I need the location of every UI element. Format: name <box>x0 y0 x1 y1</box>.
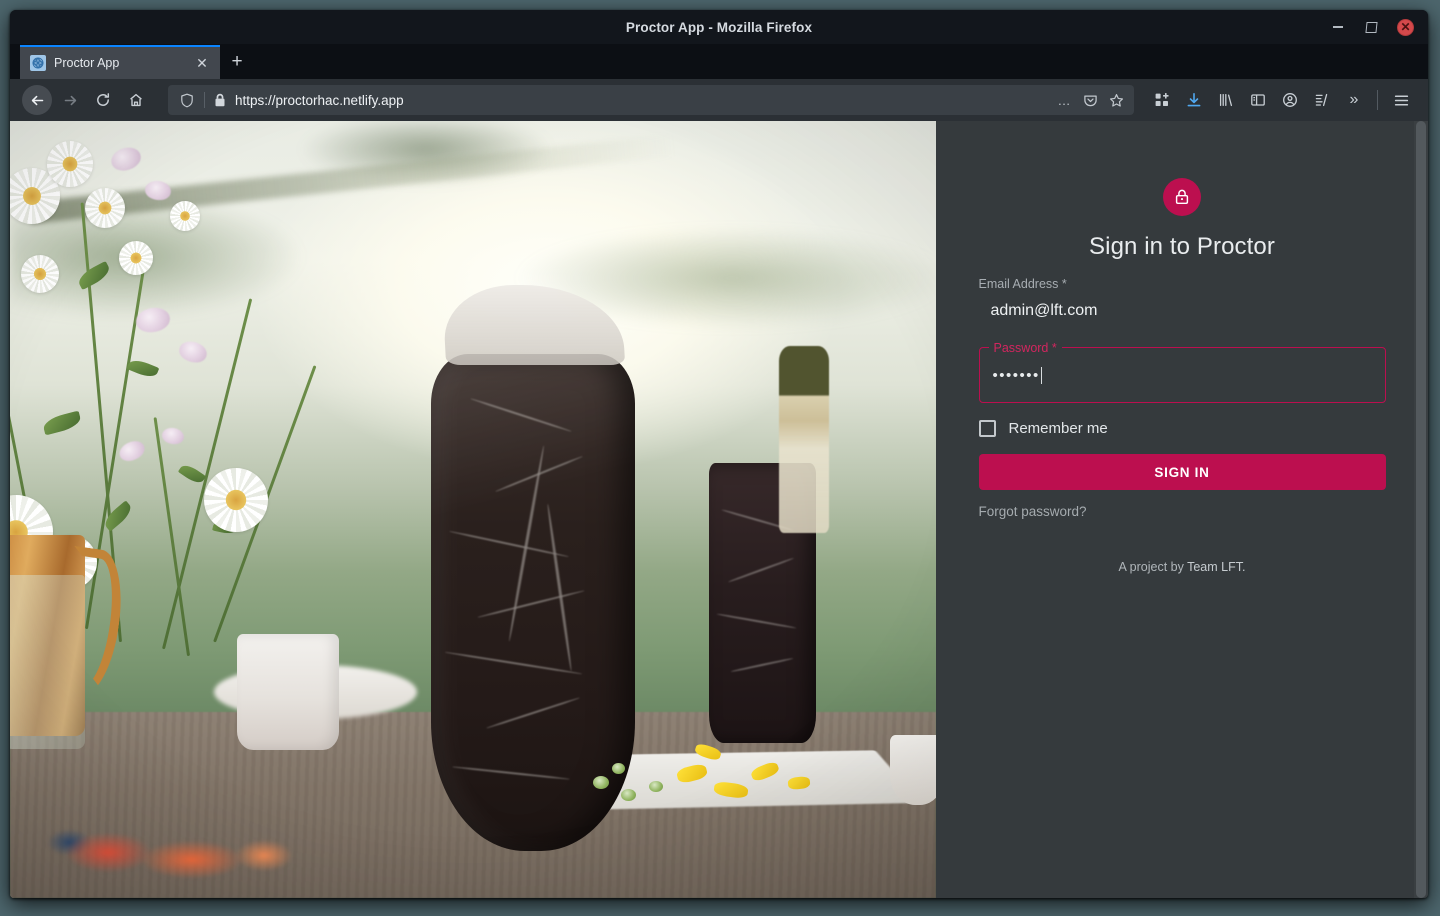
password-required-marker: * <box>1051 341 1057 355</box>
tab-proctor-app[interactable]: Proctor App ✕ <box>20 45 220 79</box>
pocket-icon[interactable] <box>1078 88 1102 112</box>
email-required-marker: * <box>1061 277 1067 291</box>
email-field[interactable]: Email Address * admin@lft.com <box>979 277 1386 324</box>
minimize-button[interactable] <box>1329 19 1346 36</box>
page-actions-ellipsis-icon[interactable]: … <box>1052 88 1076 112</box>
url-bar[interactable]: https://proctorhac.netlify.app … <box>168 85 1134 115</box>
proctor-favicon-icon <box>30 55 46 71</box>
maximize-button[interactable] <box>1363 19 1380 36</box>
page-content: Sign in to Proctor Email Address * admin… <box>10 121 1428 898</box>
sign-in-button[interactable]: SIGN IN <box>978 454 1386 490</box>
download-arrow-icon[interactable] <box>1179 85 1209 115</box>
email-label-text: Email Address <box>978 277 1059 291</box>
sidebar-panel-icon[interactable] <box>1243 85 1273 115</box>
toolbar-right-icons: » <box>1147 85 1416 115</box>
credit-prefix: A project by <box>1118 560 1188 574</box>
window-controls: ✕ <box>1329 10 1414 44</box>
remember-me-checkbox[interactable] <box>978 420 996 437</box>
password-masked-text: ••••••• <box>992 366 1040 384</box>
title-bar: Proctor App - Mozilla Firefox ✕ <box>10 10 1428 44</box>
close-tab-icon[interactable]: ✕ <box>192 53 212 73</box>
login-panel: Sign in to Proctor Email Address * admin… <box>936 121 1428 898</box>
remember-me-row[interactable]: Remember me <box>978 420 1386 437</box>
password-input-value[interactable]: ••••••• <box>992 366 1043 384</box>
hero-food-foreground <box>47 797 325 898</box>
library-books-icon[interactable] <box>1211 85 1241 115</box>
tab-strip: Proctor App ✕ + <box>10 44 1428 79</box>
hero-small-bowl <box>889 734 936 805</box>
hero-bouquet <box>10 121 417 789</box>
login-form: Sign in to Proctor Email Address * admin… <box>978 121 1386 898</box>
tracking-protection-shield-icon[interactable] <box>176 89 198 111</box>
hero-glass-vase <box>10 575 86 750</box>
home-icon[interactable] <box>121 85 151 115</box>
padlock-secure-icon[interactable] <box>211 89 229 111</box>
password-field-label: Password * <box>988 340 1062 356</box>
account-avatar-icon[interactable] <box>1275 85 1305 115</box>
text-caret <box>1040 366 1043 384</box>
url-action-buttons: … <box>1052 88 1128 112</box>
hero-cup <box>236 633 339 751</box>
page-scrollbar[interactable] <box>1414 121 1428 898</box>
tab-title: Proctor App <box>54 56 120 70</box>
close-window-button[interactable]: ✕ <box>1397 18 1414 36</box>
password-label-text: Password <box>993 341 1049 355</box>
page-title: Sign in to Proctor <box>1089 233 1275 260</box>
overflow-chevron-icon[interactable]: » <box>1339 85 1369 115</box>
password-field[interactable]: Password * ••••••• <box>978 340 1386 403</box>
hero-wine-bottle <box>778 346 829 533</box>
hero-photo <box>10 121 936 898</box>
forgot-password-link[interactable]: Forgot password? <box>979 504 1386 519</box>
credit-team-link[interactable]: Team LFT. <box>1187 560 1245 574</box>
toolbar-divider <box>1377 90 1378 110</box>
browser-window: Proctor App - Mozilla Firefox ✕ Proctor … <box>10 10 1428 898</box>
lock-icon <box>1163 178 1201 216</box>
page-scrollbar-thumb[interactable] <box>1416 121 1426 898</box>
reload-icon[interactable] <box>88 85 118 115</box>
email-field-label: Email Address * <box>979 277 1386 291</box>
back-arrow-icon[interactable] <box>22 85 52 115</box>
email-input-value[interactable]: admin@lft.com <box>979 298 1386 324</box>
url-divider <box>204 92 205 108</box>
reader-list-icon[interactable] <box>1307 85 1337 115</box>
remember-me-label: Remember me <box>1008 420 1108 437</box>
window-title: Proctor App - Mozilla Firefox <box>625 19 813 35</box>
new-tab-button[interactable]: + <box>220 45 254 79</box>
extensions-grid-icon[interactable] <box>1147 85 1177 115</box>
hamburger-menu-icon[interactable] <box>1386 85 1416 115</box>
forward-arrow-icon[interactable] <box>55 85 85 115</box>
url-text[interactable]: https://proctorhac.netlify.app <box>235 93 1052 108</box>
star-bookmark-icon[interactable] <box>1104 88 1128 112</box>
navigation-toolbar: https://proctorhac.netlify.app … » <box>10 79 1428 121</box>
credit-text: A project by Team LFT. <box>1119 560 1246 574</box>
